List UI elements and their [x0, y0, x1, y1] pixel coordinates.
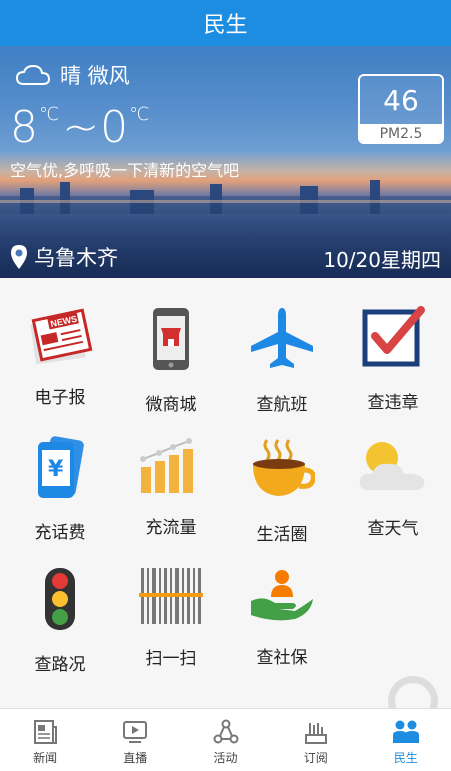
activity-icon: [213, 719, 238, 744]
nav-live[interactable]: 直播: [90, 709, 180, 771]
svg-text:¥: ¥: [48, 457, 64, 482]
cloud-icon: [16, 64, 50, 85]
service-violation[interactable]: 查违章: [337, 278, 449, 413]
news-icon: [34, 720, 58, 744]
sun-cloud-icon: [358, 436, 428, 496]
service-label: 查天气: [367, 519, 419, 539]
air-advice: 空气优,多呼吸一下清新的空气吧: [10, 161, 240, 180]
app-screen: 民生 晴 微风 8 ℃ ~ 0 ℃ 空气优,多呼吸一下清新的空气吧 46 PM2…: [0, 0, 451, 771]
nav-label: 活动: [213, 751, 238, 765]
date-text: 10/20星期四: [323, 248, 441, 272]
nav-subscribe[interactable]: 订阅: [271, 709, 361, 771]
service-life-circle[interactable]: 生活圈: [226, 408, 338, 545]
temp-unit: ℃: [39, 104, 61, 125]
page-title: 民生: [203, 13, 248, 38]
nav-label: 民生: [393, 751, 418, 765]
people-icon: [392, 720, 419, 743]
checkbox-icon: [358, 306, 428, 370]
temperature-range: 8 ℃ ~ 0 ℃: [10, 102, 152, 153]
title-bar: 民生: [0, 0, 451, 46]
coffee-cup-icon: [247, 436, 317, 502]
service-epaper[interactable]: NEWS 电子报: [4, 278, 116, 408]
social-security-icon: [247, 566, 317, 625]
service-social-security[interactable]: 查社保: [226, 538, 338, 668]
service-traffic[interactable]: 查路况: [4, 538, 116, 675]
condition-text: 晴 微风: [60, 64, 130, 88]
services-grid: NEWS 电子报 微商城 查航班 查违章 ¥ 充话费 充流量 生活圈 查天气 查…: [0, 278, 451, 708]
temp-high: 8: [10, 102, 39, 153]
location[interactable]: 乌鲁木齐: [10, 242, 118, 272]
location-pin-icon: [11, 245, 27, 269]
service-recharge-call[interactable]: ¥ 充话费: [4, 408, 116, 543]
nav-label: 直播: [123, 751, 148, 765]
pm25-box: 46 PM2.5: [358, 74, 444, 144]
traffic-light-icon: [25, 566, 95, 632]
phone-store-icon: [136, 306, 206, 372]
temp-low: 0: [100, 102, 130, 153]
nav-news[interactable]: 新闻: [0, 709, 90, 771]
pm25-label: PM2.5: [360, 124, 442, 142]
phone-yuan-icon: ¥: [25, 436, 95, 500]
service-label: 查路况: [34, 655, 86, 675]
nav-livelihood[interactable]: 民生: [361, 709, 451, 771]
nav-label: 新闻: [33, 751, 58, 765]
weather-panel[interactable]: 晴 微风 8 ℃ ~ 0 ℃ 空气优,多呼吸一下清新的空气吧 46 PM2.5 …: [0, 46, 451, 278]
service-mall[interactable]: 微商城: [115, 278, 227, 415]
pm25-value: 46: [360, 76, 442, 124]
bar-chart-icon: [136, 436, 206, 495]
bottom-nav: 新闻 直播 活动 订阅 民生: [0, 708, 451, 771]
temp-unit: ℃: [129, 104, 151, 125]
subscribe-icon: [304, 723, 327, 744]
service-weather[interactable]: 查天气: [337, 408, 449, 539]
service-label: 电子报: [34, 388, 86, 408]
service-label: 扫一扫: [145, 649, 197, 669]
live-icon: [123, 721, 148, 743]
nav-label: 订阅: [303, 751, 328, 765]
service-label: 查社保: [256, 648, 308, 668]
nav-activity[interactable]: 活动: [180, 709, 270, 771]
barcode-icon: [136, 566, 206, 626]
service-scan[interactable]: 扫一扫: [115, 538, 227, 669]
service-flight[interactable]: 查航班: [226, 278, 338, 415]
airplane-icon: [247, 306, 317, 372]
weather-condition: 晴 微风: [16, 60, 130, 90]
location-text: 乌鲁木齐: [34, 246, 118, 270]
service-recharge-data[interactable]: 充流量: [115, 408, 227, 538]
newspaper-icon: NEWS: [25, 306, 95, 365]
service-label: 充流量: [145, 518, 197, 538]
temp-separator: ~: [62, 102, 101, 153]
